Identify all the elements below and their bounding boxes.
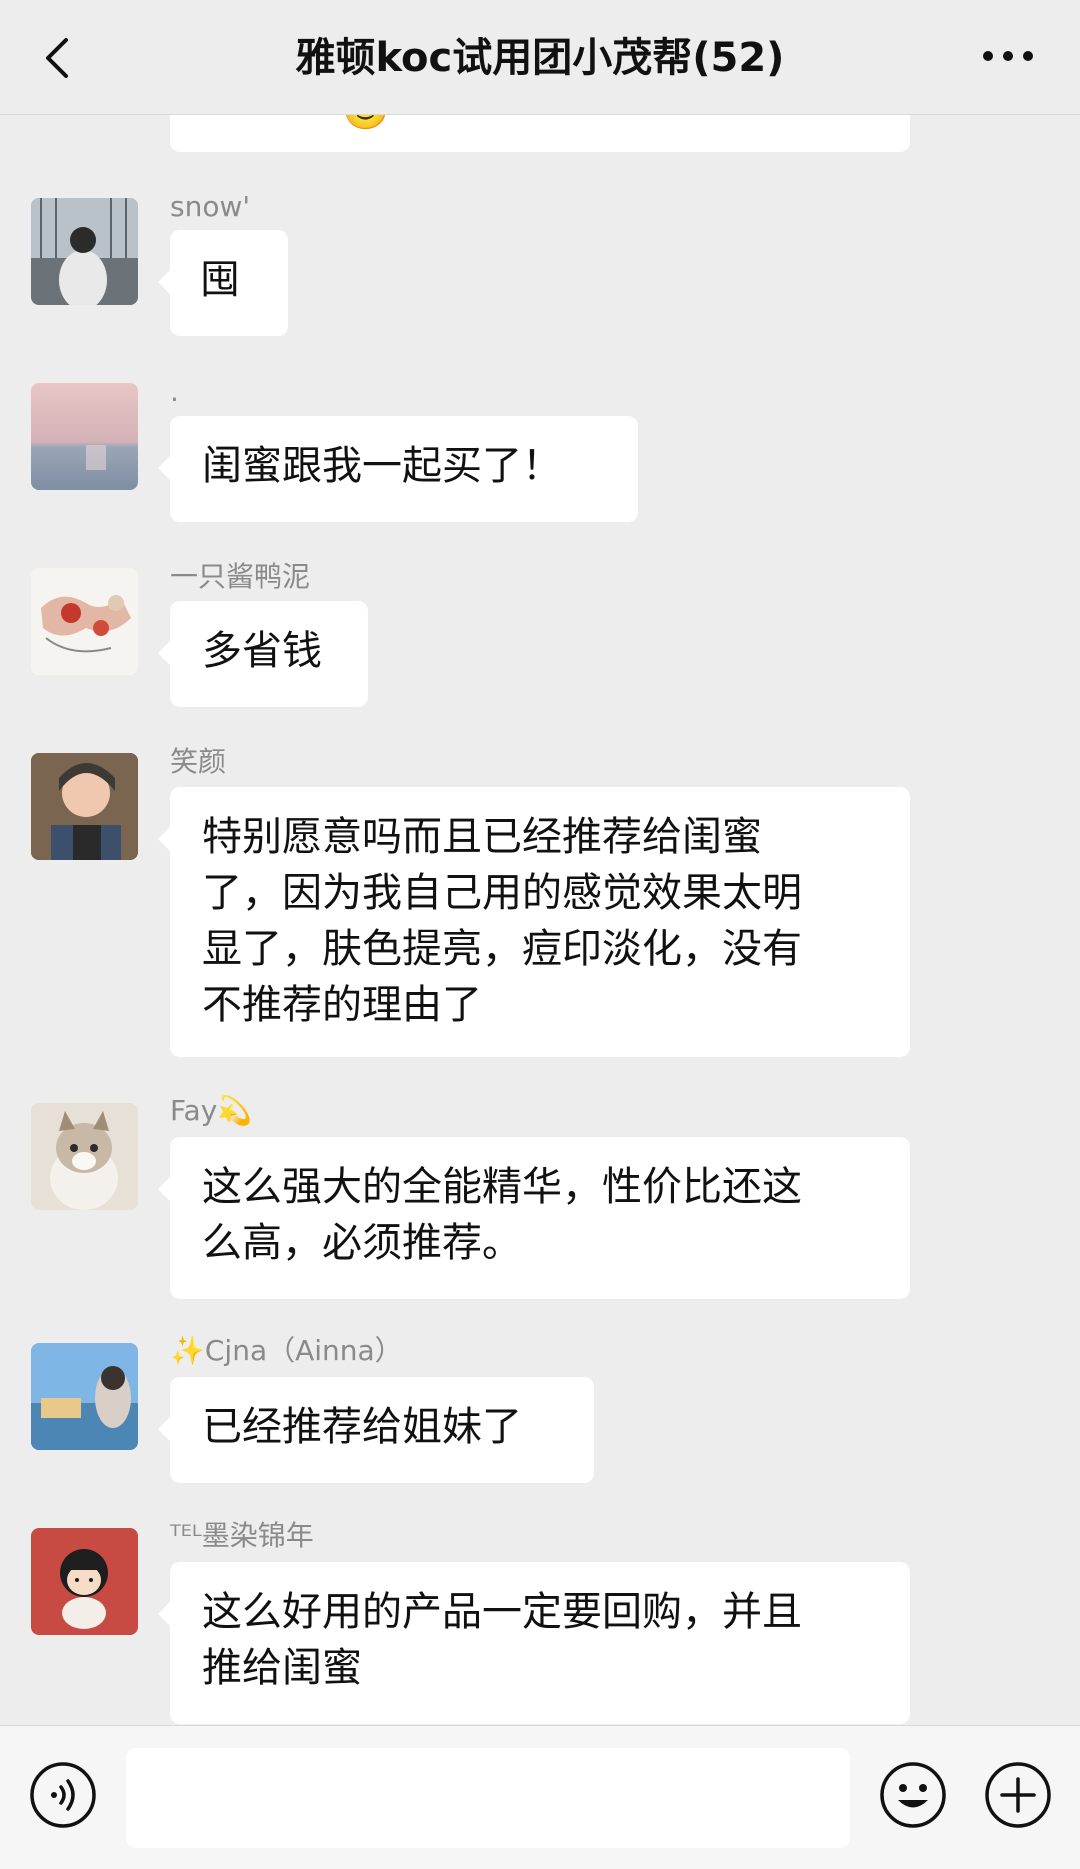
emoji-icon[interactable] [878, 1760, 948, 1830]
input-bar [0, 1725, 1080, 1869]
avatar[interactable] [31, 198, 138, 305]
message-bubble[interactable]: 闺蜜跟我一起买了！ [158, 416, 638, 522]
sender-name: ᵀᴱᴸ墨染锦年 [170, 1519, 314, 1552]
message-line: 这么强大的全能精华，性价比还这 [202, 1164, 802, 1210]
message-text: 多省钱 [202, 628, 322, 674]
message-line: 不推荐的理由了 [202, 982, 482, 1028]
message-line: 这么好用的产品一定要回购，并且 [202, 1589, 802, 1635]
message-bubble[interactable]: 特别愿意吗而且已经推荐给闺蜜 了，因为我自己用的感觉效果太明 显了，肤色提亮，痘… [158, 787, 910, 1057]
avatar[interactable] [31, 1103, 138, 1210]
avatar[interactable] [31, 1528, 138, 1635]
avatar[interactable] [31, 753, 138, 860]
sender-name: 一只酱鸭泥 [170, 560, 311, 593]
message-text: 已经推荐给姐妹了 [202, 1404, 522, 1450]
sender-name: 笑颜 [170, 745, 227, 778]
avatar[interactable] [31, 1343, 138, 1450]
voice-input-icon[interactable] [28, 1760, 98, 1830]
message-line: 特别愿意吗而且已经推荐给闺蜜 [202, 814, 762, 860]
sender-name: . [170, 375, 179, 408]
message-text: 闺蜜跟我一起买了！ [202, 443, 562, 489]
message-bubble[interactable]: 这么好用的产品一定要回购，并且 推给闺蜜 [158, 1562, 910, 1724]
message-text: 囤 [200, 257, 240, 303]
sender-name: Fay💫 [170, 1094, 253, 1127]
chat-header: 雅顿koc试用团小茂帮(52) [0, 0, 1080, 115]
more-dots-icon[interactable] [980, 46, 1036, 66]
back-chevron-icon[interactable] [38, 30, 78, 86]
message-line: 了，因为我自己用的感觉效果太明 [202, 870, 802, 916]
message-bubble[interactable]: 多省钱 [158, 601, 368, 707]
avatar[interactable] [31, 568, 138, 675]
message-line: 推给闺蜜 [202, 1645, 362, 1691]
sender-name: ✨Cjna（Ainna） [170, 1334, 403, 1367]
message-bubble[interactable]: 囤 [158, 230, 288, 336]
avatar[interactable] [31, 383, 138, 490]
plus-icon[interactable] [983, 1760, 1053, 1830]
message-input[interactable] [126, 1748, 850, 1848]
message-bubble[interactable]: 这么强大的全能精华，性价比还这 么高，必须推荐。 [158, 1137, 910, 1299]
chat-area[interactable]: 🙂 snow' 囤 [0, 0, 1080, 1725]
message-bubble[interactable]: 已经推荐给姐妹了 [158, 1377, 594, 1483]
sender-name: snow' [170, 190, 251, 223]
message-line: 显了，肤色提亮，痘印淡化，没有 [202, 926, 802, 972]
message-line: 么高，必须推荐。 [202, 1220, 522, 1266]
chat-title: 雅顿koc试用团小茂帮(52) [295, 35, 785, 81]
